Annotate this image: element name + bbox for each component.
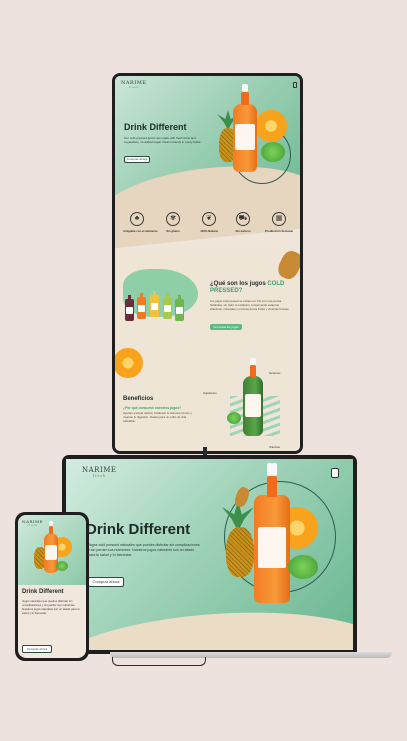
benefits-title: Beneficios (123, 396, 154, 402)
desktop-monitor-mockup: NARIME fresh Drink Different Our cold-pre… (112, 73, 303, 454)
bottle-pineapple (150, 291, 159, 317)
feature-label: Producción Semanal (265, 229, 293, 233)
feature-eco: ♣ Amigable con el ambiente (123, 212, 158, 233)
buy-now-button[interactable]: Comprar ahora (124, 156, 150, 163)
laptop-mockup: NARIME fresh Drink Different Jugos cold p… (62, 455, 357, 654)
logo[interactable]: NARIME fresh (22, 520, 43, 527)
cold-pressed-description: Los jugos cold pressed se extraen en frí… (210, 299, 290, 311)
orange-half-image (115, 348, 143, 378)
bottle-green (175, 295, 184, 321)
hero-title: Drink Different (86, 521, 191, 538)
orange-slice-image (255, 110, 287, 142)
bottle-beet (125, 295, 134, 321)
logo-tagline: fresh (27, 523, 38, 527)
hero-description: Jugos cold pressed naturales que puedes … (88, 543, 200, 558)
phone-screen: NARIME fresh Drink Different Jugos natura… (18, 515, 86, 658)
benefits-section: Beneficios ¿Por qué consumir nuestros ju… (115, 334, 300, 451)
logo-tagline: fresh (92, 473, 106, 478)
cold-pressed-section: ¿Qué son los jugos COLD PRESSED? Los jug… (115, 248, 300, 333)
mint-leaf-image (227, 412, 241, 424)
callout-nutrients: Nutrientes (269, 372, 281, 375)
bottle-apple (163, 293, 172, 319)
feature-gluten-free: ✾ Sin gluten (159, 212, 187, 233)
hero-sand-wave (66, 601, 353, 650)
benefits-subtitle: ¿Por qué consumir nuestros jugos? (123, 406, 182, 410)
benefits-description: Aportan energía natural, fortalecen tu s… (123, 411, 192, 423)
feature-no-dairy: ⛟ Sin lechero (229, 212, 257, 233)
feature-label: Sin lechero (235, 229, 251, 233)
mint-leaves-image (261, 142, 285, 162)
buy-now-button[interactable]: Comprar ahora (22, 645, 52, 653)
cart-icon[interactable] (331, 468, 339, 478)
natural-icon: ❦ (202, 212, 216, 226)
logo[interactable]: NARIME fresh (121, 81, 147, 89)
wheat-icon: ✾ (166, 212, 180, 226)
logo-tagline: fresh (128, 85, 139, 89)
hero-title: Drink Different (124, 122, 187, 132)
ginger-image (275, 248, 300, 282)
mint-leaves-image (288, 555, 318, 579)
calendar-icon: ▦ (272, 212, 286, 226)
feature-label: Sin gluten (166, 229, 180, 233)
feature-label: Amigable con el ambiente (123, 229, 158, 233)
callout-vitamins: Vitaminas (269, 446, 280, 449)
laptop-screen: NARIME fresh Drink Different Jugos cold p… (66, 459, 353, 650)
juice-bottle-image (254, 462, 290, 603)
cold-pressed-title: ¿Qué son los jugos COLD PRESSED? (210, 281, 285, 294)
hero-title: Drink Different (22, 589, 64, 595)
callout-ingredients: Ingredientes (203, 392, 217, 395)
hero-section: NARIME fresh Drink Different Our cold-pre… (115, 76, 300, 250)
buy-now-button[interactable]: Comprar ahora (88, 577, 124, 587)
see-juices-button[interactable]: Ver todos los jugos (210, 324, 242, 330)
truck-icon: ⛟ (236, 212, 250, 226)
phone-hero: NARIME fresh (18, 515, 86, 585)
mint-leaves-image (56, 561, 68, 571)
bottle-carrot (137, 293, 146, 319)
laptop-foot (112, 657, 206, 666)
logo[interactable]: NARIME fresh (82, 467, 117, 478)
feature-label: 100% Natural (200, 229, 218, 233)
hero-description: Our cold-pressed juices are made with fr… (124, 136, 202, 144)
phone-mockup: NARIME fresh Drink Different Jugos natura… (15, 512, 89, 661)
green-juice-bottle-image (243, 358, 263, 436)
cart-icon[interactable] (293, 82, 297, 88)
feature-weekly: ▦ Producción Semanal (265, 212, 293, 233)
desktop-screen: NARIME fresh Drink Different Our cold-pre… (115, 76, 300, 451)
hero-description: Jugos naturales que puedes disfrutar sin… (22, 599, 80, 615)
feature-natural: ❦ 100% Natural (195, 212, 223, 233)
green-blob (123, 269, 198, 317)
pineapple-image (226, 527, 254, 577)
juice-bottle-image (233, 83, 257, 172)
leaf-icon: ♣ (130, 212, 144, 226)
